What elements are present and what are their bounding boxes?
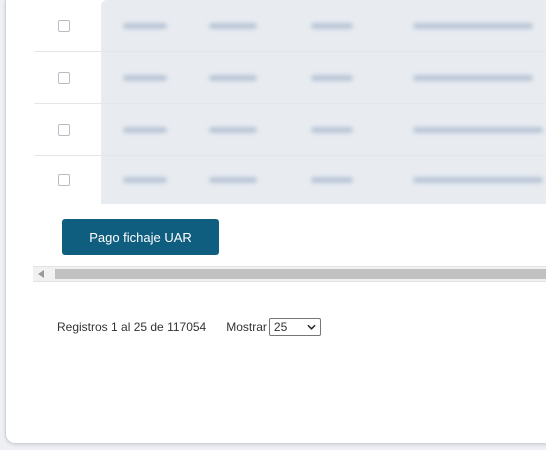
row-checkbox[interactable] — [58, 19, 70, 32]
pagination-footer: Registros 1 al 25 de 117054 Mostrar 25 — [57, 318, 321, 336]
horizontal-scrollbar[interactable] — [33, 266, 546, 282]
records-count-text: Registros 1 al 25 de 117054 — [57, 320, 207, 334]
page-size-select[interactable]: 25 — [268, 318, 321, 336]
row-checkbox[interactable] — [58, 123, 70, 136]
pago-fichaje-uar-button[interactable]: Pago fichaje UAR — [62, 219, 219, 255]
results-table — [34, 0, 546, 204]
row-checkbox[interactable] — [58, 71, 70, 84]
table-row[interactable] — [34, 104, 546, 156]
table-row[interactable] — [34, 0, 546, 52]
page-size-label: Mostrar — [226, 320, 267, 334]
redacted-row-cells — [101, 0, 546, 51]
redacted-row-cells — [101, 52, 546, 103]
table-row[interactable] — [34, 156, 546, 204]
page-size-value: 25 — [273, 320, 288, 334]
redacted-row-cells — [101, 156, 546, 204]
chevron-down-icon — [307, 324, 316, 330]
scrollbar-thumb[interactable] — [55, 269, 546, 279]
redacted-row-cells — [101, 104, 546, 155]
table-row[interactable] — [34, 52, 546, 104]
triangle-left-icon[interactable] — [33, 267, 49, 281]
row-checkbox[interactable] — [58, 174, 70, 186]
